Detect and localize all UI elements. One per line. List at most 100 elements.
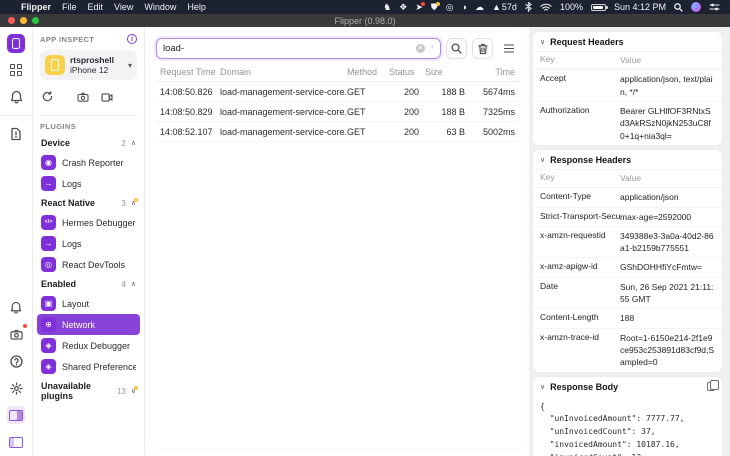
logs-icon: →	[41, 176, 56, 191]
flipper-app-icon[interactable]	[7, 33, 25, 53]
regex-toggle-icon[interactable]: .*	[429, 44, 434, 53]
device-selector[interactable]: rtsproshell iPhone 12 ▾	[40, 50, 137, 80]
plugins-label: PLUGINS	[40, 122, 77, 131]
request-headers-header[interactable]: ∨ Request Headers	[533, 32, 722, 51]
header-row-trace-id: x-amzn-trace-id Root=1-6150e214-2f1e9ce9…	[540, 331, 715, 368]
plugin-device-logs[interactable]: → Logs	[37, 173, 140, 194]
clear-table-trash-button[interactable]	[472, 38, 493, 59]
globe-status-icon[interactable]: ◑	[462, 2, 467, 12]
zoom-window-button[interactable]	[32, 17, 39, 24]
expand-icon: ∨	[130, 386, 138, 395]
col-method[interactable]: Method	[347, 67, 383, 77]
hermes-icon: </>	[41, 215, 56, 230]
wifi-icon[interactable]	[540, 3, 552, 12]
menu-window[interactable]: Window	[144, 2, 176, 12]
notifications-bell-icon[interactable]	[7, 88, 25, 106]
phone-icon	[45, 55, 65, 75]
menu-edit[interactable]: Edit	[88, 2, 104, 12]
sidebar: APP INSPECT i rtsproshell iPhone 12 ▾ PL…	[33, 27, 145, 456]
collapse-icon: ∨	[540, 39, 546, 46]
bluetooth-icon[interactable]	[525, 2, 532, 12]
table-options-menu-button[interactable]	[498, 38, 519, 59]
cloud-status-icon[interactable]: ☁	[475, 2, 484, 12]
plugin-redux-debugger[interactable]: ◈ Redux Debugger	[37, 335, 140, 356]
help-icon[interactable]	[7, 352, 25, 370]
dropbox-status-icon[interactable]: ❖	[399, 2, 407, 12]
menu-file[interactable]: File	[62, 2, 77, 12]
response-body-header[interactable]: ∨ Response Body	[533, 377, 722, 396]
col-domain[interactable]: Domain	[220, 67, 347, 77]
toggle-right-panel-icon[interactable]	[7, 406, 25, 424]
kv-column-headers: Key Value	[533, 51, 722, 71]
close-window-button[interactable]	[8, 17, 15, 24]
battery-percent: 100%	[559, 1, 583, 12]
table-row[interactable]: 14:08:52.107 load-management-service-cor…	[156, 122, 519, 142]
device-model: iPhone 12	[70, 65, 109, 75]
shield-status-icon[interactable]: ⛊	[431, 1, 440, 12]
chevron-down-icon: ▾	[127, 60, 132, 70]
section-react-native[interactable]: React Native 3 ∧	[40, 194, 138, 212]
minimize-window-button[interactable]	[20, 17, 27, 24]
settings-gear-icon[interactable]	[7, 379, 25, 397]
menu-help[interactable]: Help	[187, 2, 206, 12]
header-row-strict-transport: Strict-Transport-Securi max-age=2592000	[533, 208, 722, 227]
search-input[interactable]	[163, 43, 412, 54]
col-status[interactable]: Status	[383, 67, 419, 77]
header-row-authorization: Authorization Bearer GLHlfOF3RNtxSd3AkRS…	[540, 104, 711, 141]
video-icon[interactable]	[101, 89, 113, 107]
clear-search-icon[interactable]: ✕	[415, 44, 425, 53]
screenshot-camera-icon[interactable]	[7, 324, 27, 343]
copy-icon[interactable]	[707, 380, 719, 392]
plugin-network[interactable]: ⊕ Network	[37, 314, 140, 335]
plugin-manager-icon[interactable]	[7, 61, 25, 79]
request-headers-card: ∨ Request Headers Key Value Accept appli…	[533, 32, 722, 145]
section-device[interactable]: Device 2 ∧	[40, 134, 137, 152]
response-headers-header[interactable]: ∨ Response Headers	[533, 150, 722, 169]
uptime-status[interactable]: ▲ 57d	[492, 2, 517, 12]
header-row-apigw-id: x-amz-apigw-id GShDOHHfiYcFmtw=	[533, 258, 722, 278]
search-button[interactable]	[446, 38, 467, 59]
siri-icon[interactable]	[691, 2, 701, 12]
device-name: rtsproshell	[70, 55, 114, 65]
response-headers-card: ∨ Response Headers Key Value Content-Typ…	[533, 149, 722, 372]
plugin-crash-reporter[interactable]: ◉ Crash Reporter	[37, 152, 140, 173]
network-main: ✕ .* Request Time Domain Method Status S…	[145, 27, 529, 456]
react-devtools-icon: ◎	[41, 257, 56, 272]
table-row[interactable]: 14:08:50.829 load-management-service-cor…	[156, 102, 519, 122]
monitor-status-icon[interactable]: ◎	[446, 2, 454, 12]
plugin-shared-preferences[interactable]: ◈ Shared Preferences Viewer	[37, 356, 140, 377]
table-row[interactable]: 14:08:50.826 load-management-service-cor…	[156, 82, 519, 102]
menubar-clock[interactable]: Sun 4:12 PM	[614, 2, 666, 12]
github-status-icon[interactable]: ♞	[383, 2, 391, 12]
plugin-layout[interactable]: ▣ Layout	[37, 293, 140, 314]
col-request-time[interactable]: Request Time	[160, 67, 220, 77]
response-body-card: ∨ Response Body { "unInvoicedAmount": 77…	[533, 376, 722, 456]
menu-view[interactable]: View	[114, 2, 133, 12]
plugin-react-devtools[interactable]: ◎ React DevTools	[37, 254, 140, 275]
window-titlebar: Flipper (0.98.0)	[0, 14, 730, 27]
location-status-icon[interactable]: ➤	[415, 1, 425, 12]
plugin-hermes-debugger[interactable]: </> Hermes Debugger (RN)	[37, 212, 140, 233]
info-icon[interactable]: i	[127, 34, 137, 44]
control-center-icon[interactable]	[709, 3, 720, 11]
camera-icon[interactable]	[77, 89, 89, 107]
doc-alert-icon[interactable]	[7, 125, 25, 143]
shared-prefs-icon: ◈	[41, 359, 56, 374]
section-unavailable-plugins[interactable]: Unavailable plugins 13 ∨	[40, 377, 138, 405]
collapse-icon: ∧	[130, 140, 136, 147]
header-row-content-length: Content-Length 188	[533, 309, 722, 329]
header-row-date: Date Sun, 26 Sep 2021 21:11:55 GMT	[533, 278, 722, 310]
col-time[interactable]: Time	[465, 67, 515, 77]
refresh-icon[interactable]	[42, 89, 53, 107]
layout-icon: ▣	[41, 296, 56, 311]
toggle-left-panel-icon[interactable]	[7, 433, 25, 451]
spotlight-search-icon[interactable]	[674, 2, 683, 12]
menu-flipper[interactable]: Flipper	[21, 2, 51, 12]
section-enabled[interactable]: Enabled 4 ∧	[40, 275, 137, 293]
col-size[interactable]: Size	[419, 67, 465, 77]
plugin-rn-logs[interactable]: → Logs	[37, 233, 140, 254]
alerts-bell-icon[interactable]	[7, 298, 25, 316]
collapse-icon: ∧	[130, 281, 136, 288]
window-title: Flipper (0.98.0)	[334, 15, 396, 26]
redux-icon: ◈	[41, 338, 56, 353]
